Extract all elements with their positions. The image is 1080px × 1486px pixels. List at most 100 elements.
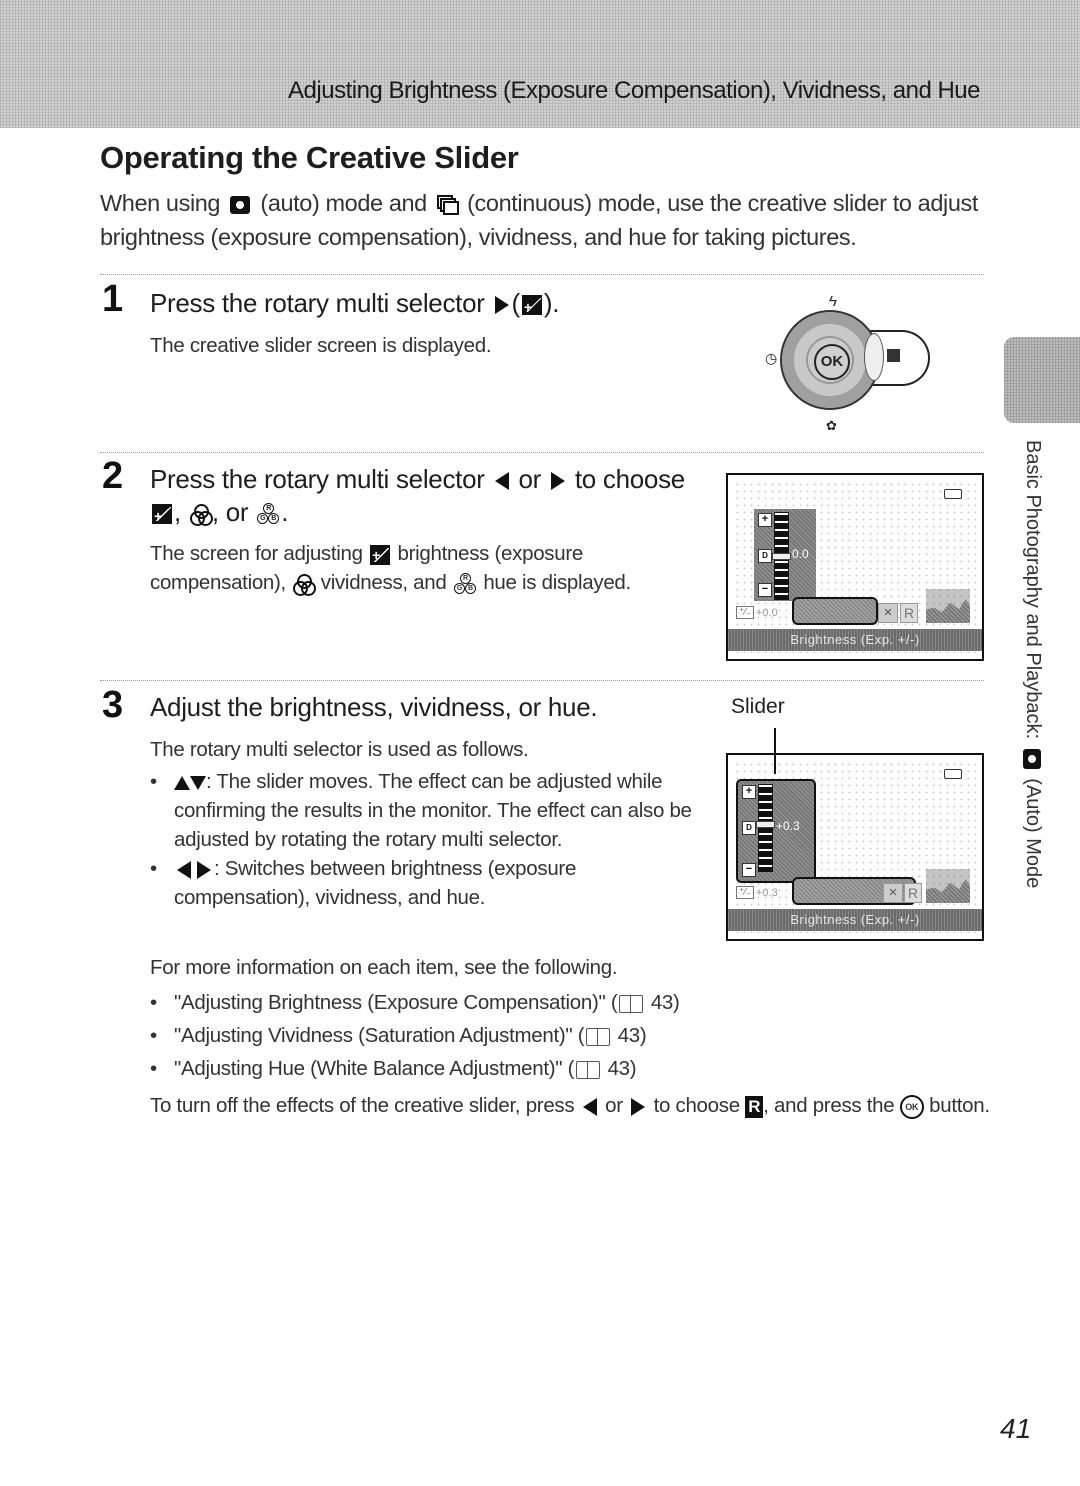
exposure-compensation-icon	[370, 541, 391, 570]
hue-icon: RGB	[257, 503, 280, 525]
divider	[100, 452, 984, 453]
reset-tab: R	[900, 603, 918, 623]
chapter-text: (Auto) Mode	[1022, 778, 1044, 889]
ev-readout: +0.0	[756, 607, 778, 619]
list-item: : Switches between brightness (exposure …	[150, 854, 710, 912]
step-title-text: Press the rotary multi selector	[150, 288, 485, 318]
minus-icon: −	[742, 863, 756, 877]
step-number-3: 3	[102, 684, 124, 726]
step-title-text: choose	[602, 464, 685, 494]
auto-mode-camera-icon	[1023, 748, 1042, 769]
reference-item[interactable]: "Adjusting Hue (White Balance Adjustment…	[150, 1052, 770, 1085]
right-arrow-icon	[550, 472, 565, 491]
camera-screen-step-2: + D − 0.0 ⁺⁄₋ +0.0 × R Brightness (Exp. …	[726, 473, 984, 661]
intro-text: When using	[100, 190, 221, 216]
reference-item[interactable]: "Adjusting Brightness (Exposure Compensa…	[150, 986, 770, 1019]
flash-icon: ϟ	[829, 293, 837, 310]
step-3-body: The rotary multi selector is used as fol…	[150, 735, 710, 912]
body-text: , and press the	[763, 1094, 895, 1117]
dial-right-highlight	[864, 333, 884, 381]
right-arrow-icon	[197, 860, 211, 879]
self-timer-icon: ◷	[765, 350, 778, 366]
step-3-title: Adjust the brightness, vividness, or hue…	[150, 692, 598, 722]
page-title: Operating the Creative Slider	[100, 140, 519, 175]
step-title-text: ).	[543, 288, 560, 318]
chapter-label: Basic Photography and Playback: (Auto) M…	[1021, 440, 1044, 888]
body-text: : The slider moves. The effect can be ad…	[174, 770, 692, 851]
step-number-2: 2	[102, 455, 124, 497]
reference-list: "Adjusting Brightness (Exposure Compensa…	[150, 986, 770, 1085]
slider-knob	[772, 553, 791, 560]
left-arrow-icon	[177, 860, 191, 879]
left-arrow-icon	[582, 1097, 597, 1116]
step-1-body: The creative slider screen is displayed.	[150, 334, 492, 357]
step-number-1: 1	[102, 278, 124, 320]
creative-slider-tabs	[792, 597, 878, 625]
minus-icon: −	[758, 583, 772, 597]
intro-text: (auto) mode and	[260, 190, 427, 216]
turn-off-note: To turn off the effects of the creative …	[150, 1092, 990, 1120]
slider-value: +0.3	[776, 819, 800, 833]
intro-paragraph: When using (auto) mode and (continuous) …	[100, 186, 1000, 254]
step-title-text: or	[518, 464, 541, 494]
ref-page[interactable]: 43)	[651, 991, 680, 1014]
ref-page[interactable]: 43)	[618, 1024, 647, 1047]
slider-value: 0.0	[792, 547, 809, 561]
battery-icon	[944, 489, 962, 499]
punct: ,	[174, 497, 181, 527]
hue-icon: RGB	[453, 572, 476, 595]
status-label: Brightness (Exp. +/-)	[728, 909, 982, 931]
step-title-text: Press the rotary multi selector	[150, 464, 485, 494]
paren: (	[511, 288, 521, 318]
ref-text[interactable]: "Adjusting Vividness (Saturation Adjustm…	[174, 1024, 585, 1047]
vividness-icon	[293, 573, 317, 596]
list-item: : The slider moves. The effect can be ad…	[150, 767, 710, 854]
body-text: For more information on each item, see t…	[150, 956, 618, 979]
continuous-mode-icon	[436, 194, 459, 215]
camera-screen-step-3: + D − +0.3 ⁺⁄₋ +0.3 × R Brightness (Exp.…	[726, 753, 984, 941]
step-2-title: Press the rotary multi selector or to ch…	[150, 463, 690, 533]
slider-panel: + D − 0.0	[754, 509, 816, 601]
exposure-indicator-icon: ⁺⁄₋	[736, 606, 755, 619]
divider	[100, 680, 984, 681]
step-2-body: The screen for adjusting brightness (exp…	[150, 539, 690, 597]
body-text: : Switches between brightness (exposure …	[174, 857, 577, 909]
macro-icon: ✿	[826, 418, 837, 433]
more-info: For more information on each item, see t…	[150, 953, 770, 1085]
up-arrow-icon	[174, 775, 190, 790]
book-icon	[619, 994, 644, 1013]
book-icon	[586, 1027, 611, 1046]
reset-icon: R	[745, 1095, 764, 1118]
right-arrow-icon	[494, 296, 509, 315]
exposure-indicator-icon: ⁺⁄₋	[736, 886, 755, 899]
step-title-text: , or	[211, 497, 249, 527]
battery-icon	[944, 769, 962, 779]
body-text: hue is displayed.	[483, 571, 631, 594]
close-tab: ×	[883, 883, 903, 903]
ref-text[interactable]: "Adjusting Hue (White Balance Adjustment…	[174, 1057, 574, 1080]
chapter-tab[interactable]	[1004, 337, 1080, 423]
ref-page[interactable]: 43)	[608, 1057, 637, 1080]
exposure-compensation-icon	[521, 291, 542, 324]
slider-callout-label: Slider	[731, 695, 785, 718]
slider-track	[758, 784, 773, 872]
left-arrow-icon	[494, 472, 509, 491]
default-marker: D	[758, 549, 772, 563]
ev-readout: +0.3	[756, 887, 778, 899]
page-number: 41	[1000, 1413, 1032, 1444]
reference-item[interactable]: "Adjusting Vividness (Saturation Adjustm…	[150, 1019, 770, 1052]
step-1-title: Press the rotary multi selector ().	[150, 287, 560, 324]
plus-icon: +	[758, 513, 772, 527]
down-arrow-icon	[190, 775, 206, 790]
step-title-text: to	[574, 464, 596, 494]
body-text: The rotary multi selector is used as fol…	[150, 738, 529, 761]
body-text: or	[605, 1094, 623, 1117]
book-icon	[576, 1060, 601, 1079]
exposure-compensation-icon	[152, 500, 172, 533]
divider	[100, 274, 984, 275]
status-label: Brightness (Exp. +/-)	[728, 629, 982, 651]
callout-line	[774, 728, 776, 774]
ref-text[interactable]: "Adjusting Brightness (Exposure Compensa…	[174, 991, 618, 1014]
section-banner: Adjusting Brightness (Exposure Compensat…	[0, 0, 1080, 128]
body-text: To turn off the effects of the creative …	[150, 1094, 575, 1117]
